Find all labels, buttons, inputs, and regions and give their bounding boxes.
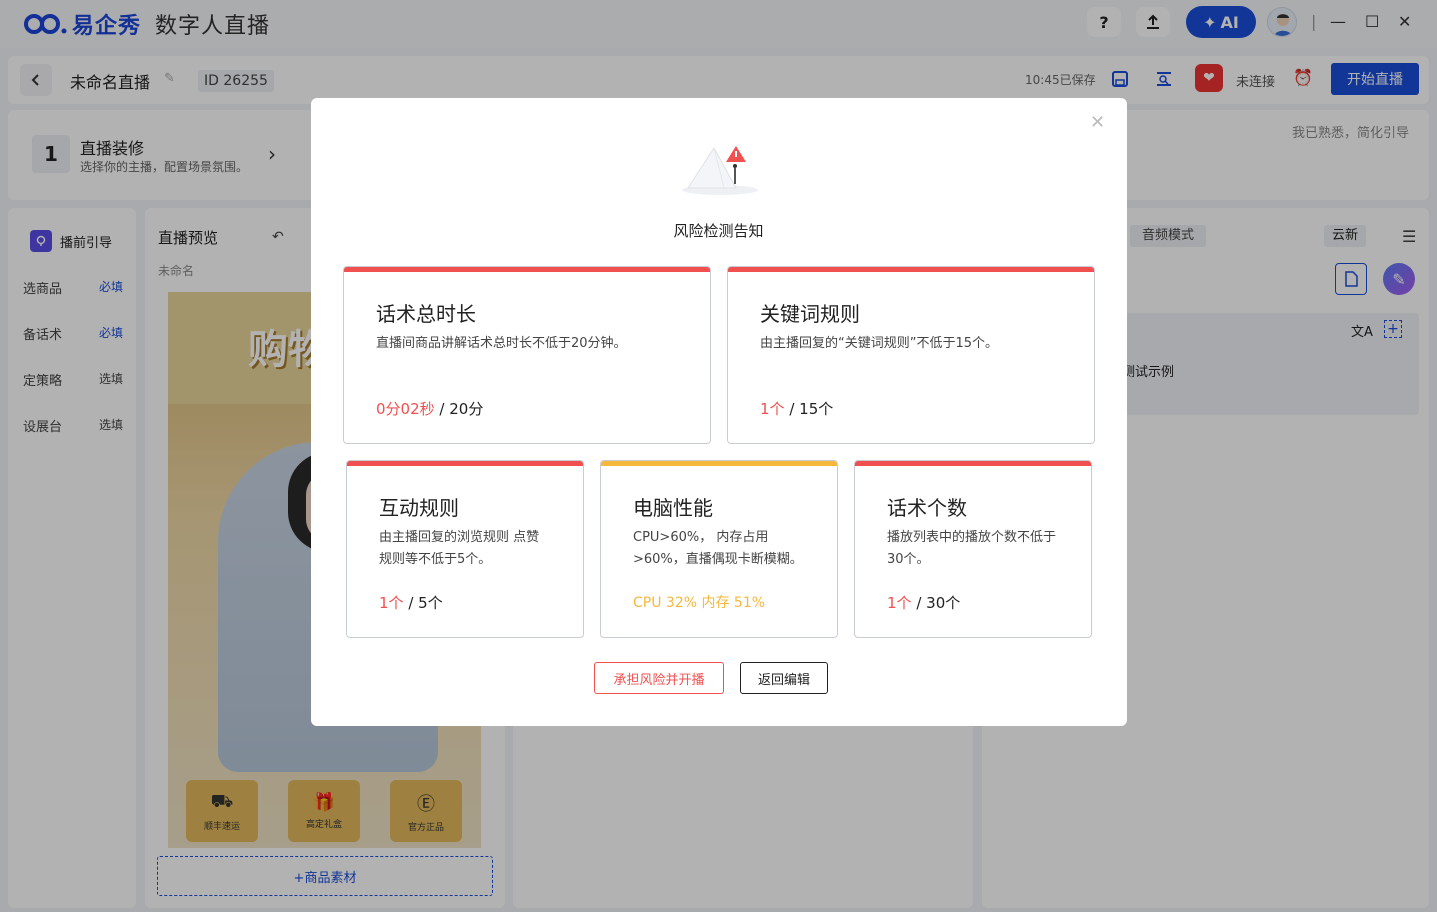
card-target: / 15个 [789,400,834,418]
status-bar [344,267,710,272]
warning-illustration-icon [678,140,762,200]
card-target: / 30个 [916,594,961,612]
accept-risk-button[interactable]: 承担风险并开播 [594,662,724,694]
status-bar [347,461,583,466]
risk-card-script-count: 话术个数 播放列表中的播放个数不低于30个。 1个 / 30个 [854,460,1092,638]
card-description: 直播间商品讲解话术总时长不低于20分钟。 [376,336,627,351]
back-to-edit-button[interactable]: 返回编辑 [740,662,828,694]
card-current: 1个 [887,594,912,612]
card-description: 由主播回复的浏览规则 点赞规则等不低于5个。 [379,530,540,567]
card-description: CPU>60%， 内存占用>60%，直播偶现卡断模糊。 [633,530,803,567]
modal-title: 风险检测告知 [673,222,764,240]
status-bar [728,267,1094,272]
card-description: 播放列表中的播放个数不低于30个。 [887,530,1057,567]
status-bar [855,461,1091,466]
card-title: 话术个数 [887,496,967,520]
card-value: 1个 / 15个 [760,398,833,419]
card-current: 1个 [760,400,785,418]
card-title: 关键词规则 [760,302,860,326]
card-description: 由主播回复的“关键词规则”不低于15个。 [760,336,999,351]
card-value: 1个 / 5个 [379,592,443,613]
card-target: / 5个 [408,594,443,612]
card-current: 0分02秒 [376,400,435,418]
status-bar [601,461,837,466]
card-current: 1个 [379,594,404,612]
card-target: / 20分 [439,400,484,418]
risk-card-keyword-rules: 关键词规则 由主播回复的“关键词规则”不低于15个。 1个 / 15个 [727,266,1095,444]
card-title: 话术总时长 [376,302,476,326]
card-value: 0分02秒 / 20分 [376,398,483,419]
card-title: 电脑性能 [633,496,713,520]
close-icon[interactable]: ✕ [1090,112,1105,133]
risk-card-pc-performance: 电脑性能 CPU>60%， 内存占用>60%，直播偶现卡断模糊。 CPU 32%… [600,460,838,638]
risk-card-script-duration: 话术总时长 直播间商品讲解话术总时长不低于20分钟。 0分02秒 / 20分 [343,266,711,444]
risk-card-interaction-rules: 互动规则 由主播回复的浏览规则 点赞规则等不低于5个。 1个 / 5个 [346,460,584,638]
card-value: 1个 / 30个 [887,592,960,613]
card-current: CPU 32% 内存 51% [633,595,766,611]
card-title: 互动规则 [379,496,459,520]
